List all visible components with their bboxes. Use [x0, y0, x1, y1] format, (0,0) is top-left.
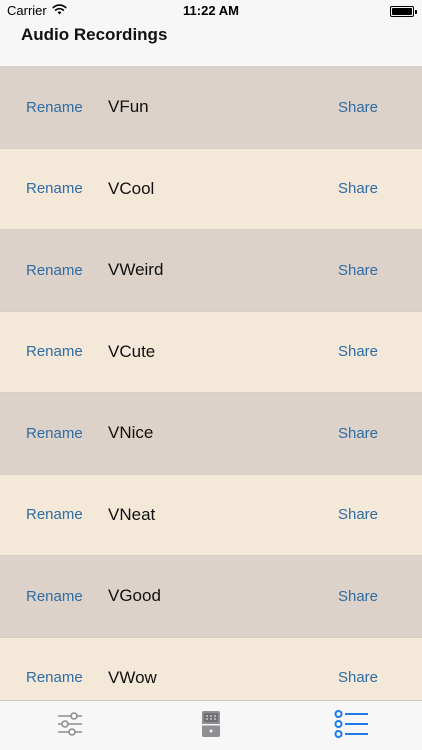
status-time: 11:22 AM	[183, 3, 239, 18]
share-button[interactable]: Share	[338, 149, 378, 230]
effects-pedal-icon	[200, 710, 222, 743]
recording-name: VCool	[108, 178, 155, 198]
recording-row[interactable]: Rename VCool Share	[0, 148, 422, 230]
recording-row[interactable]: Rename VNeat Share	[0, 474, 422, 556]
navigation-bar: Audio Recordings	[0, 22, 422, 67]
tab-effects[interactable]	[141, 701, 281, 750]
share-button[interactable]: Share	[338, 312, 378, 393]
recording-name: VWeird	[108, 260, 164, 280]
share-button[interactable]: Share	[338, 556, 378, 637]
recording-row[interactable]: Rename VCute Share	[0, 311, 422, 393]
recording-name: VCute	[108, 341, 156, 361]
recording-name: VNice	[108, 423, 154, 443]
recording-row[interactable]: Rename VWeird Share	[0, 230, 422, 312]
tab-bar	[0, 700, 422, 750]
recording-name: VFun	[108, 97, 149, 117]
tab-recordings[interactable]	[282, 701, 422, 750]
recording-row[interactable]: Rename VWow Share	[0, 637, 422, 701]
page-title: Audio Recordings	[21, 25, 168, 44]
battery-level	[392, 8, 412, 15]
rename-button[interactable]: Rename	[26, 149, 83, 230]
share-button[interactable]: Share	[338, 230, 378, 311]
share-button[interactable]: Share	[338, 67, 378, 148]
rename-button[interactable]: Rename	[26, 556, 83, 637]
sliders-icon	[57, 711, 83, 742]
rename-button[interactable]: Rename	[26, 393, 83, 474]
recording-name: VWow	[108, 667, 157, 687]
recording-name: VNeat	[108, 504, 156, 524]
share-button[interactable]: Share	[338, 475, 378, 556]
status-bar: Carrier 11:22 AM	[0, 0, 422, 22]
share-button[interactable]: Share	[338, 638, 378, 701]
rename-button[interactable]: Rename	[26, 475, 83, 556]
tab-mixer[interactable]	[0, 701, 140, 750]
rename-button[interactable]: Rename	[26, 230, 83, 311]
battery-icon	[390, 6, 417, 17]
rename-button[interactable]: Rename	[26, 638, 83, 701]
list-icon	[334, 709, 370, 744]
recording-name: VGood	[108, 586, 161, 606]
recordings-list[interactable]: Rename VFun Share Rename VCool Share Ren…	[0, 67, 422, 700]
rename-button[interactable]: Rename	[26, 312, 83, 393]
rename-button[interactable]: Rename	[26, 67, 83, 148]
recording-row[interactable]: Rename VNice Share	[0, 393, 422, 475]
recording-row[interactable]: Rename VGood Share	[0, 556, 422, 638]
share-button[interactable]: Share	[338, 393, 378, 474]
recording-row[interactable]: Rename VFun Share	[0, 67, 422, 149]
